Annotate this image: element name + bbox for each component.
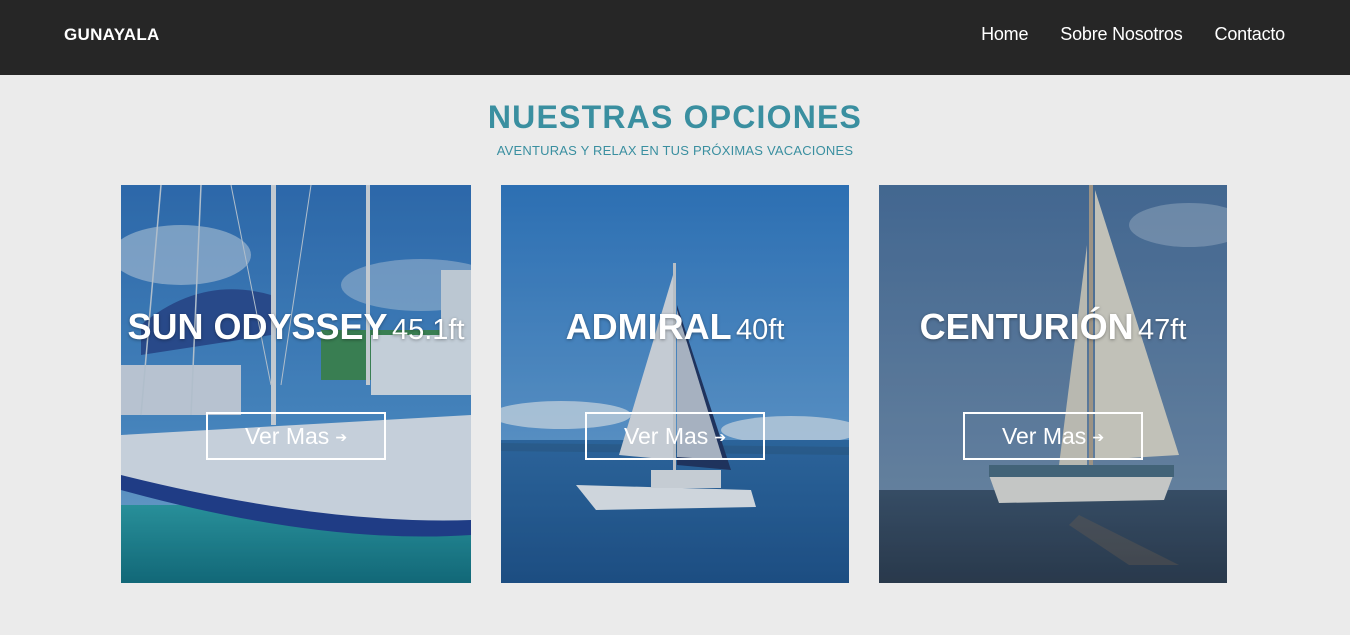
nav-link-contacto[interactable]: Contacto bbox=[1215, 24, 1286, 45]
ver-mas-label: Ver Mas bbox=[623, 423, 709, 449]
boat-size: 45.1ft bbox=[391, 314, 465, 346]
section-subtitle: AVENTURAS Y RELAX EN TUS PRÓXIMAS VACACI… bbox=[496, 143, 854, 158]
boat-size: 40ft bbox=[736, 314, 785, 346]
boat-card-sun-odyssey: SUN ODYSSEY 45.1ft Ver Mas ➔ bbox=[121, 185, 471, 583]
ver-mas-label: Ver Mas bbox=[1001, 423, 1087, 449]
nav-link-sobre-nosotros[interactable]: Sobre Nosotros bbox=[1060, 24, 1182, 45]
card-overlay bbox=[121, 185, 471, 583]
boat-name: SUN ODYSSEY bbox=[127, 306, 388, 347]
boat-card-centurion: CENTURIÓN 47ft Ver Mas ➔ bbox=[879, 185, 1227, 583]
boat-name: CENTURIÓN bbox=[919, 306, 1134, 347]
ver-mas-button[interactable]: Ver Mas ➔ bbox=[206, 412, 386, 460]
card-title: ADMIRAL 40ft bbox=[501, 306, 849, 348]
card-title: CENTURIÓN 47ft bbox=[879, 306, 1227, 348]
nav-link-home[interactable]: Home bbox=[981, 24, 1028, 45]
arrow-right-icon: ➔ bbox=[1092, 429, 1105, 445]
nav-links: Home Sobre Nosotros Contacto bbox=[949, 24, 1285, 45]
ver-mas-button[interactable]: Ver Mas ➔ bbox=[963, 412, 1143, 460]
brand-logo[interactable]: GUNAYALA bbox=[64, 25, 160, 45]
card-overlay bbox=[501, 185, 849, 583]
section-title: NUESTRAS OPCIONES bbox=[487, 99, 863, 135]
boat-card-admiral: ADMIRAL 40ft Ver Mas ➔ bbox=[501, 185, 849, 583]
ver-mas-button[interactable]: Ver Mas ➔ bbox=[585, 412, 765, 460]
card-title: SUN ODYSSEY 45.1ft bbox=[121, 306, 471, 348]
navbar: GUNAYALA Home Sobre Nosotros Contacto bbox=[0, 0, 1350, 75]
boat-size: 47ft bbox=[1138, 314, 1187, 346]
arrow-right-icon: ➔ bbox=[714, 429, 727, 445]
boat-name: ADMIRAL bbox=[565, 306, 732, 347]
arrow-right-icon: ➔ bbox=[335, 429, 348, 445]
card-overlay bbox=[879, 185, 1227, 583]
ver-mas-label: Ver Mas bbox=[244, 423, 330, 449]
